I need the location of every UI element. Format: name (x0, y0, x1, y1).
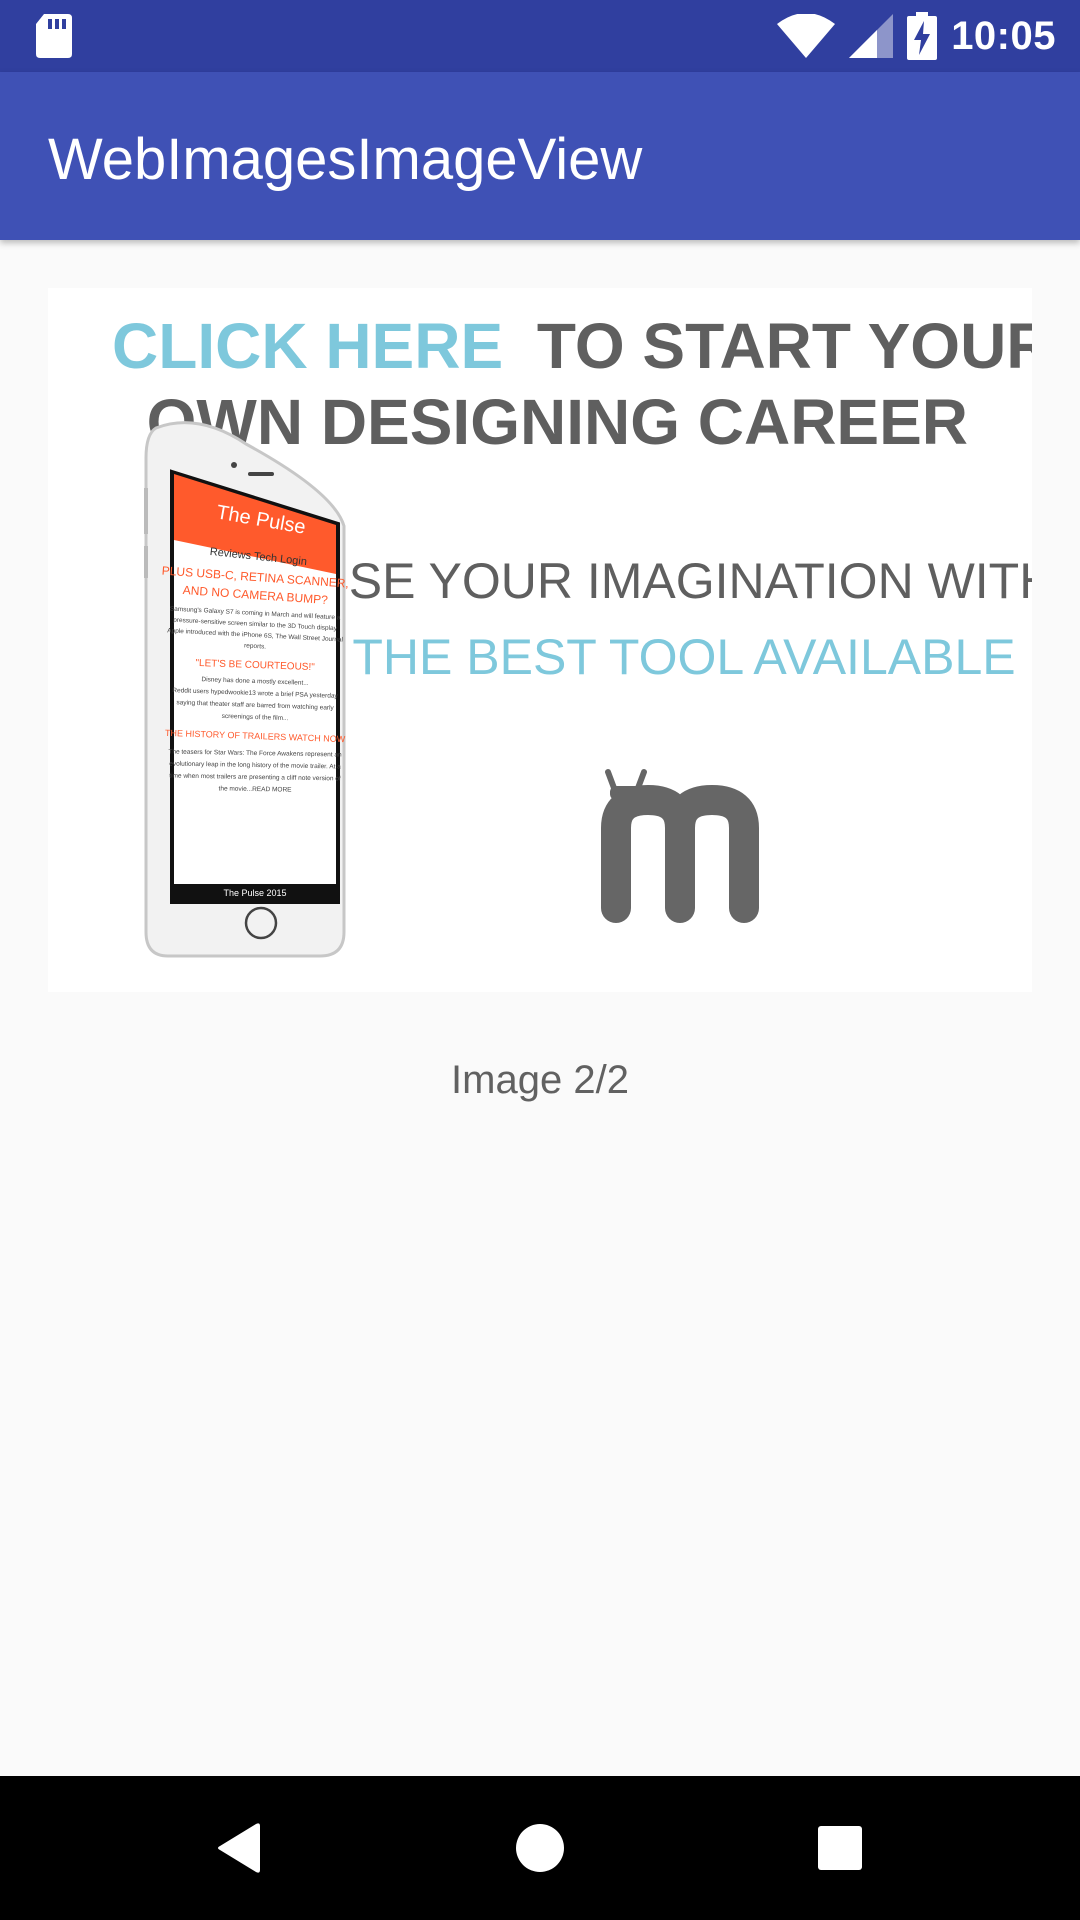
wifi-icon (777, 14, 836, 58)
recents-icon (818, 1826, 862, 1870)
battery-charging-icon (907, 12, 938, 60)
phone-body-1d: reports. (244, 642, 267, 650)
content-area: CLICK HERE TO START YOUR VERY OWN DESIGN… (0, 240, 1080, 1776)
tagline-1: USE YOUR IMAGINATION WITH (313, 553, 1032, 609)
sd-card-icon (36, 14, 72, 58)
status-bar: 10:05 (0, 0, 1080, 72)
svg-text:CLICK HERE TO START YO: CLICK HERE TO START YOUR VERY (112, 310, 1032, 382)
home-button[interactable] (504, 1812, 576, 1884)
banner-graphic: CLICK HERE TO START YOUR VERY OWN DESIGN… (48, 288, 1032, 958)
tagline-2: THE BEST TOOL AVAILABLE (352, 629, 1015, 685)
banner-image[interactable]: CLICK HERE TO START YOUR VERY OWN DESIGN… (48, 288, 1032, 992)
app-title: WebImagesImageView (48, 127, 643, 192)
phone-footer: The Pulse 2015 (223, 888, 286, 898)
clock: 10:05 (951, 13, 1056, 58)
image-counter-label: Image 2/2 (451, 1058, 629, 1102)
headline-accent: CLICK HERE (112, 310, 503, 382)
recents-button[interactable] (804, 1812, 876, 1884)
back-button[interactable] (204, 1812, 276, 1884)
phone-body-3d: the movie...READ MORE (218, 785, 292, 793)
navigation-bar (0, 1776, 1080, 1920)
app-bar: WebImagesImageView (0, 72, 1080, 240)
cellular-signal-icon (849, 14, 894, 58)
headline-part-1: TO START YOUR VERY (537, 310, 1032, 382)
svg-text:m: m (48, 288, 49, 289)
phone-mockup: The Pulse Reviews Tech Login PLUS USB-C,… (144, 421, 349, 958)
headline-part-2: OWN DESIGNING CAREER (147, 386, 968, 458)
home-icon (516, 1824, 564, 1872)
back-icon (218, 1823, 260, 1873)
